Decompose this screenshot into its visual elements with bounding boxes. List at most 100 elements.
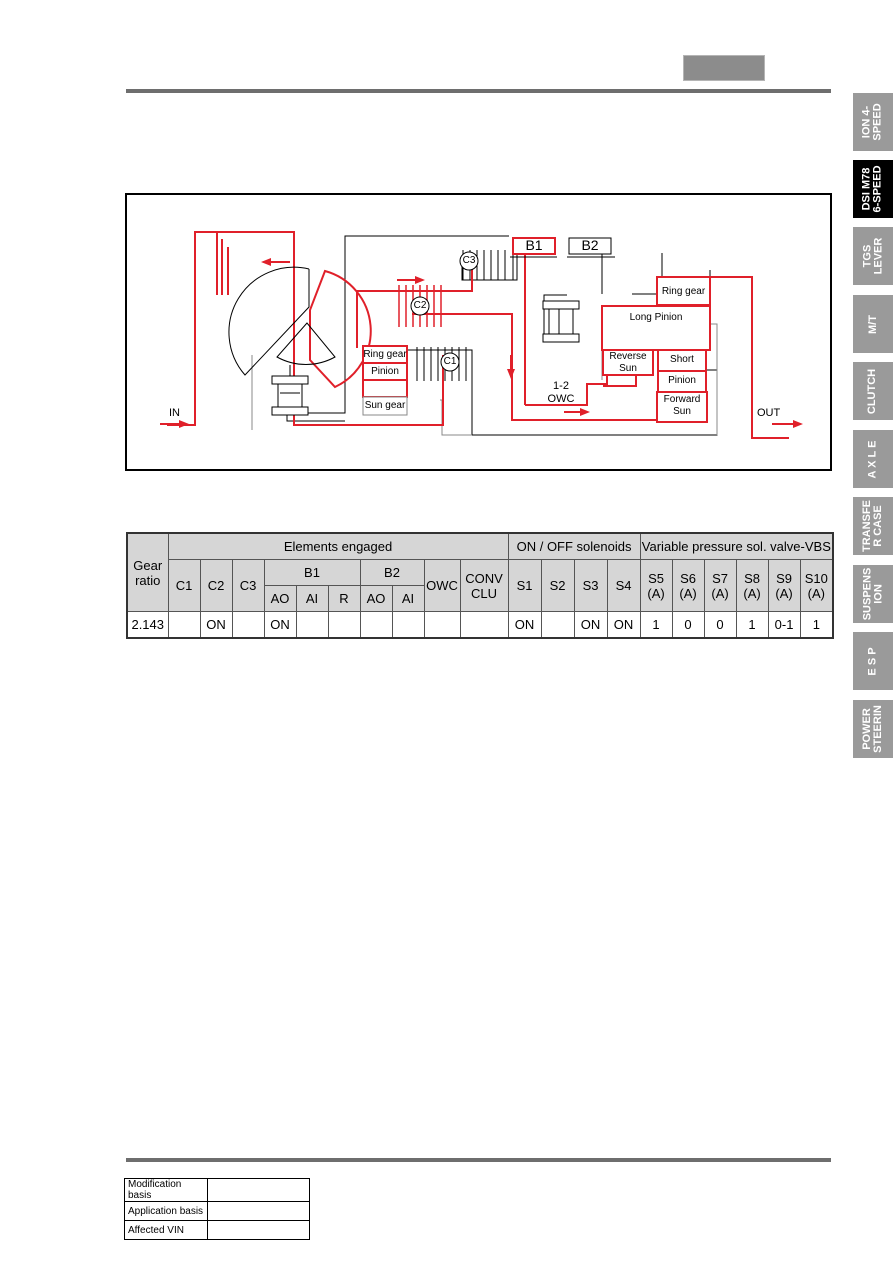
forward-sun-label-1: Forward (663, 394, 701, 405)
clutch-c1-label: C1 (443, 356, 457, 367)
side-tab-label: TRANSFE R CASE (861, 500, 885, 552)
side-tab-label: POWER STEERIN (861, 705, 884, 753)
side-tab-label: TGS LEVER (861, 237, 884, 275)
col-b1: B1 (263, 559, 361, 586)
col-s1: S1 (507, 559, 542, 612)
cell-s8: 1 (735, 611, 769, 639)
cell-s2 (540, 611, 575, 639)
owc-label-line1: 1-2 (553, 380, 569, 392)
col-c1: C1 (167, 559, 201, 612)
owc-label-line2: OWC (547, 393, 575, 405)
cell-s9: 0-1 (767, 611, 801, 639)
modification-row: Modification basis (124, 1178, 310, 1202)
col-s9: S9 (A) (767, 559, 801, 612)
cell-c1 (167, 611, 201, 639)
cell-b2-ao (359, 611, 393, 639)
power-flow-diagram: IN OUT Ring gear Pinion Sun gear C1 C2 C… (125, 193, 832, 471)
bottom-divider (126, 1158, 831, 1162)
application-basis-label: Application basis (124, 1201, 208, 1221)
clutch-c2-label: C2 (413, 300, 427, 311)
forward-sun-label-2: Sun (673, 406, 691, 417)
cell-b1-ao: ON (263, 611, 297, 639)
side-tab-clutch[interactable]: CLUTCH (853, 362, 893, 420)
col-s8: S8 (A) (735, 559, 769, 612)
cell-s6: 0 (671, 611, 705, 639)
side-tab-esp[interactable]: E S P (853, 632, 893, 690)
section-header-box (683, 55, 765, 81)
cell-b1-ai (295, 611, 329, 639)
modification-table: Modification basis Application basis Aff… (124, 1178, 310, 1240)
cell-c2: ON (199, 611, 233, 639)
col-c3: C3 (231, 559, 265, 612)
modification-row: Application basis (124, 1201, 310, 1221)
col-b1-r: R (327, 585, 361, 612)
side-tab-transfer-case[interactable]: TRANSFE R CASE (853, 497, 893, 555)
cell-s3: ON (573, 611, 608, 639)
cell-c3 (231, 611, 265, 639)
front-ring-gear-label: Ring gear (363, 349, 407, 360)
side-tab-axle[interactable]: A X L E (853, 430, 893, 488)
side-tab-label: SUSPENS ION (861, 567, 885, 621)
front-pinion-label: Pinion (371, 366, 399, 377)
clutch-pack-c2 (398, 285, 472, 327)
col-b1-ao: AO (263, 585, 297, 612)
col-s6: S6 (A) (671, 559, 705, 612)
sun-gear-link (286, 415, 345, 422)
clutch-c3-label: C3 (462, 255, 476, 266)
cell-gear-ratio: 2.143 (126, 611, 169, 639)
side-tab-label: DSI M78 6-SPEED (861, 165, 885, 213)
side-tab-mt[interactable]: M/T (853, 295, 893, 353)
onoff-solenoids-header: ON / OFF solenoids (507, 532, 641, 560)
reverse-sun-label-2: Sun (619, 363, 637, 374)
table-row: 2.143 ON ON ON ON ON 1 0 0 1 0-1 1 (126, 611, 834, 639)
side-tab-label: CLUTCH (866, 368, 879, 414)
side-tab-power-steering[interactable]: POWER STEERIN (853, 700, 893, 758)
one-two-owc (542, 300, 580, 343)
brake-b1-label: B1 (525, 237, 543, 253)
col-b2-ao: AO (359, 585, 393, 612)
side-tab-ion-4-speed[interactable]: ION 4- SPEED (853, 93, 893, 151)
stator-owc (271, 375, 309, 416)
cell-s10: 1 (799, 611, 834, 639)
affected-vin-value (207, 1220, 310, 1240)
side-tab-label: M/T (866, 314, 879, 334)
torque-converter (228, 266, 372, 389)
col-c2: C2 (199, 559, 233, 612)
rear-ring-gear-label: Ring gear (661, 286, 706, 297)
col-s5: S5 (A) (639, 559, 673, 612)
clutch-pack-c1 (416, 347, 467, 381)
col-s4: S4 (606, 559, 641, 612)
front-carrier-box (362, 379, 408, 398)
side-tab-tgs-lever[interactable]: TGS LEVER (853, 227, 893, 285)
col-b1-ai: AI (295, 585, 329, 612)
side-tab-dsi-m78-6-speed[interactable]: DSI M78 6-SPEED (853, 160, 893, 218)
output-label: OUT (757, 407, 781, 419)
modification-basis-value (207, 1178, 310, 1202)
col-owc: OWC (423, 559, 461, 612)
power-flow-svg (160, 231, 803, 439)
pinion-label: Pinion (668, 375, 696, 386)
input-label: IN (169, 407, 180, 419)
brake-b2-label: B2 (581, 237, 599, 253)
shift-element-table: Gear ratio Elements engaged ON / OFF sole… (126, 532, 835, 639)
cell-s1: ON (507, 611, 542, 639)
side-tab-suspension[interactable]: SUSPENS ION (853, 565, 893, 623)
col-s10: S10 (A) (799, 559, 834, 612)
vbs-header: Variable pressure sol. valve-VBS (639, 532, 834, 560)
cell-b2-ai (391, 611, 425, 639)
col-s2: S2 (540, 559, 575, 612)
modification-basis-label: Modification basis (124, 1178, 208, 1202)
short-pinion-label: Short (670, 354, 694, 365)
side-tab-label: ION 4- SPEED (860, 103, 884, 141)
long-pinion-label: Long Pinion (629, 312, 683, 323)
cell-b1-r (327, 611, 361, 639)
modification-row: Affected VIN (124, 1220, 310, 1240)
gear-ratio-header: Gear ratio (126, 532, 169, 612)
col-s7: S7 (A) (703, 559, 737, 612)
cell-s5: 1 (639, 611, 673, 639)
col-b2-ai: AI (391, 585, 425, 612)
side-tab-label: E S P (866, 646, 879, 676)
col-s3: S3 (573, 559, 608, 612)
reverse-sun-label-1: Reverse (609, 351, 647, 362)
cell-s4: ON (606, 611, 641, 639)
